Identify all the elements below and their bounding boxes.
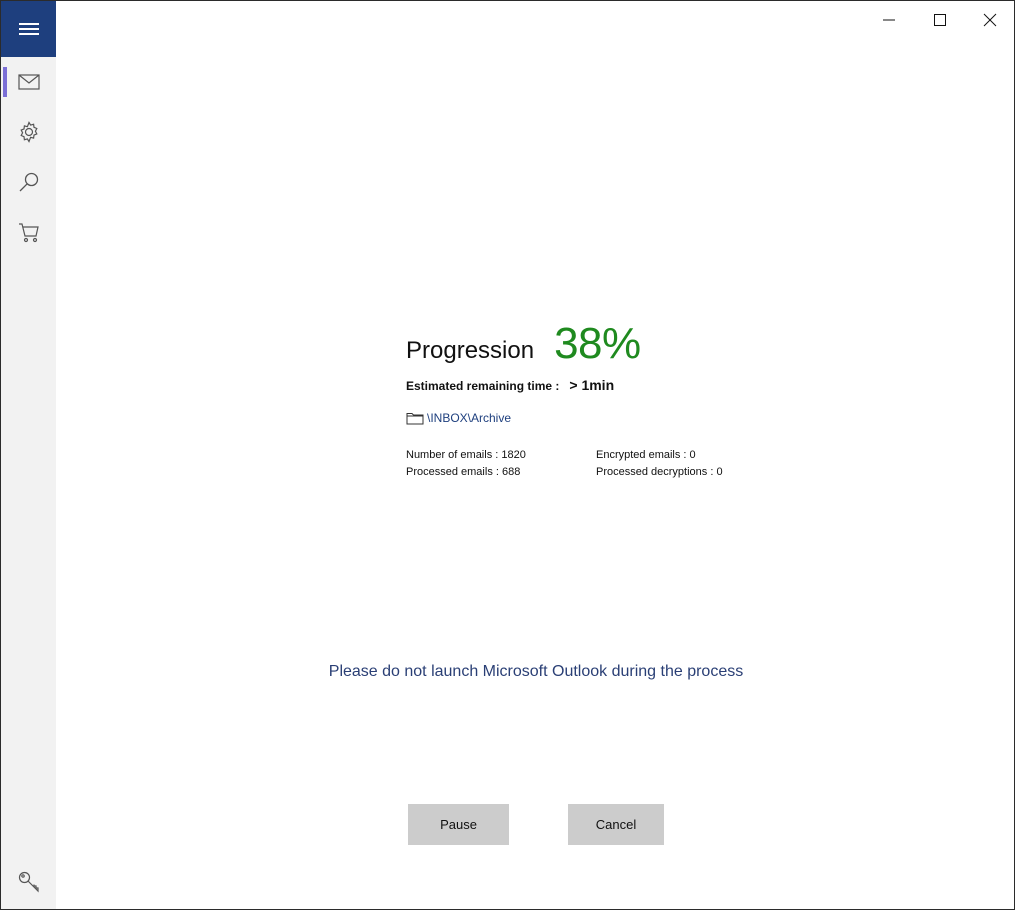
- close-icon: [983, 13, 997, 27]
- sidebar-item-license[interactable]: [1, 859, 56, 905]
- progress-header: Progression 38%: [406, 319, 766, 369]
- stat-encrypted-emails: Encrypted emails : 0: [596, 449, 696, 461]
- cancel-button[interactable]: Cancel: [568, 804, 664, 845]
- minimize-button[interactable]: [874, 5, 904, 35]
- stat-number-of-emails: Number of emails : 1820: [406, 449, 526, 461]
- eta-label: Estimated remaining time :: [406, 379, 560, 393]
- maximize-icon: [934, 14, 946, 26]
- folder-path: \INBOX\Archive: [427, 411, 512, 425]
- current-folder: \INBOX\Archive: [406, 411, 511, 425]
- hamburger-icon: [18, 23, 39, 35]
- minimize-icon: [883, 19, 895, 21]
- progress-label: Progression: [406, 337, 535, 364]
- sidebar-item-settings[interactable]: [1, 109, 56, 155]
- mail-icon: [17, 74, 40, 90]
- gear-icon: [19, 121, 38, 143]
- stat-processed-emails: Processed emails : 688: [406, 466, 521, 478]
- stat-processed-decryptions: Processed decryptions : 0: [596, 466, 723, 478]
- close-button[interactable]: [975, 5, 1005, 35]
- progress-percentage: 38%: [554, 319, 641, 368]
- eta-value: > 1min: [569, 377, 615, 393]
- sidebar-item-cart[interactable]: [1, 209, 56, 255]
- eta-row: Estimated remaining time : > 1min: [406, 377, 614, 393]
- key-icon: [18, 871, 39, 893]
- cart-icon: [18, 223, 39, 243]
- search-icon: [19, 172, 38, 192]
- hamburger-menu-button[interactable]: [1, 1, 56, 57]
- outlook-warning: Please do not launch Microsoft Outlook d…: [328, 663, 744, 680]
- sidebar-item-search[interactable]: [1, 159, 56, 205]
- folder-icon: [406, 413, 424, 425]
- sidebar-item-mail[interactable]: [1, 59, 56, 105]
- pause-button[interactable]: Pause: [408, 804, 509, 845]
- progress-row: Progression 38%: [406, 319, 766, 369]
- sidebar: [1, 1, 56, 909]
- app-window: Progression 38% Estimated remaining time…: [0, 0, 1015, 910]
- maximize-button[interactable]: [925, 5, 955, 35]
